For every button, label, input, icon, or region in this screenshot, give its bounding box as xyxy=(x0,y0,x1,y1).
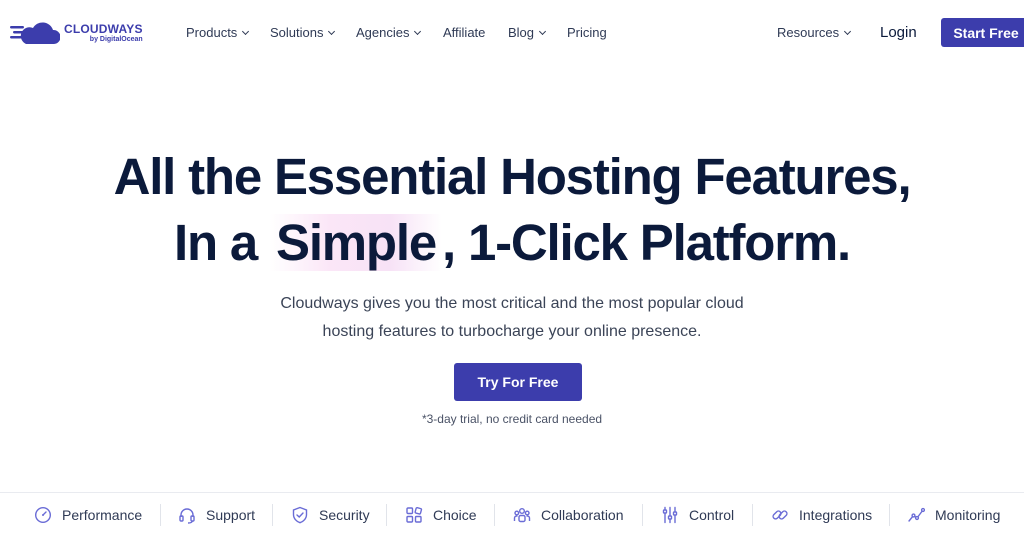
tab-monitoring[interactable]: Monitoring xyxy=(907,503,1000,527)
chevron-down-icon xyxy=(538,27,547,35)
tab-divider xyxy=(386,504,387,526)
tab-support[interactable]: Support xyxy=(178,503,255,527)
tab-choice[interactable]: Choice xyxy=(405,503,477,527)
headline-line-2-start: In a xyxy=(173,214,270,271)
sliders-icon xyxy=(662,506,678,524)
logo-wordmark: CLOUDWAYS xyxy=(64,22,143,36)
nav-solutions-label: Solutions xyxy=(270,25,324,40)
tab-integrations-label: Integrations xyxy=(799,507,873,523)
feature-tabs: Performance Support Security Choice Coll… xyxy=(0,492,1024,536)
tab-security[interactable]: Security xyxy=(291,503,370,527)
chevron-down-icon xyxy=(242,27,250,35)
trial-note: *3-day trial, no credit card needed xyxy=(421,412,603,426)
nav-agencies-label: Agencies xyxy=(356,25,410,40)
chevron-down-icon xyxy=(328,27,336,35)
tab-choice-label: Choice xyxy=(433,507,477,523)
tab-security-label: Security xyxy=(319,507,370,523)
chevron-down-icon xyxy=(414,27,422,35)
headline-line-1: All the Essential Hosting Features, xyxy=(113,148,912,205)
chevron-down-icon xyxy=(844,27,852,35)
hero-subtext-line-1: Cloudways gives you the most critical an… xyxy=(280,295,744,312)
tab-control-label: Control xyxy=(689,507,735,523)
tab-divider xyxy=(752,504,753,526)
logo-tagline: by DigitalOcean xyxy=(89,36,143,43)
link-icon xyxy=(772,510,788,520)
grid-icon xyxy=(406,506,423,523)
tab-integrations[interactable]: Integrations xyxy=(771,503,872,527)
nav-blog[interactable]: Blog xyxy=(508,25,547,40)
tab-divider xyxy=(160,504,161,526)
tab-collaboration-label: Collaboration xyxy=(541,507,624,523)
cloudways-logo[interactable]: CLOUDWAYS by DigitalOcean xyxy=(10,20,143,46)
hero-subtext: Cloudways gives you the most critical an… xyxy=(0,290,1024,346)
chart-line-icon xyxy=(908,507,925,522)
site-header: CLOUDWAYS by DigitalOcean Products Solut… xyxy=(0,0,1024,66)
try-for-free-button[interactable]: Try For Free xyxy=(454,363,582,401)
nav-affiliate[interactable]: Affiliate xyxy=(443,25,485,40)
nav-resources-label: Resources xyxy=(777,25,840,40)
nav-resources[interactable]: Resources xyxy=(777,25,852,40)
hero-headline: All the Essential Hosting Features, In a… xyxy=(0,144,1024,276)
headline-line-2-end: , 1-Click Platform. xyxy=(442,214,851,271)
tab-monitoring-label: Monitoring xyxy=(935,507,1001,523)
hero-subtext-line-2: hosting features to turbocharge your onl… xyxy=(322,323,702,340)
headset-icon xyxy=(179,508,195,524)
start-free-button[interactable]: Start Free xyxy=(941,18,1024,47)
team-icon xyxy=(513,508,531,523)
tab-divider xyxy=(494,504,495,526)
tab-divider xyxy=(889,504,890,526)
headline-line-2: In a Simple, 1-Click Platform. xyxy=(0,210,1024,276)
nav-products-label: Products xyxy=(186,25,238,40)
nav-products[interactable]: Products xyxy=(186,25,250,40)
tab-performance[interactable]: Performance xyxy=(34,503,142,527)
tab-collaboration[interactable]: Collaboration xyxy=(513,503,624,527)
nav-pricing-label: Pricing xyxy=(567,25,607,40)
login-link[interactable]: Login xyxy=(880,24,917,41)
shield-icon xyxy=(292,506,308,524)
nav-solutions[interactable]: Solutions xyxy=(270,25,336,40)
tab-support-label: Support xyxy=(206,507,256,523)
nav-pricing[interactable]: Pricing xyxy=(567,25,607,40)
cloud-logo-icon xyxy=(10,22,60,44)
nav-affiliate-label: Affiliate xyxy=(443,25,486,40)
nav-agencies[interactable]: Agencies xyxy=(356,25,422,40)
tab-performance-label: Performance xyxy=(62,507,143,523)
speedometer-icon xyxy=(34,506,52,524)
nav-blog-label: Blog xyxy=(508,25,535,40)
tab-divider xyxy=(642,504,643,526)
tab-divider xyxy=(272,504,273,526)
tab-control[interactable]: Control xyxy=(661,503,734,527)
headline-highlight: Simple xyxy=(270,214,443,271)
